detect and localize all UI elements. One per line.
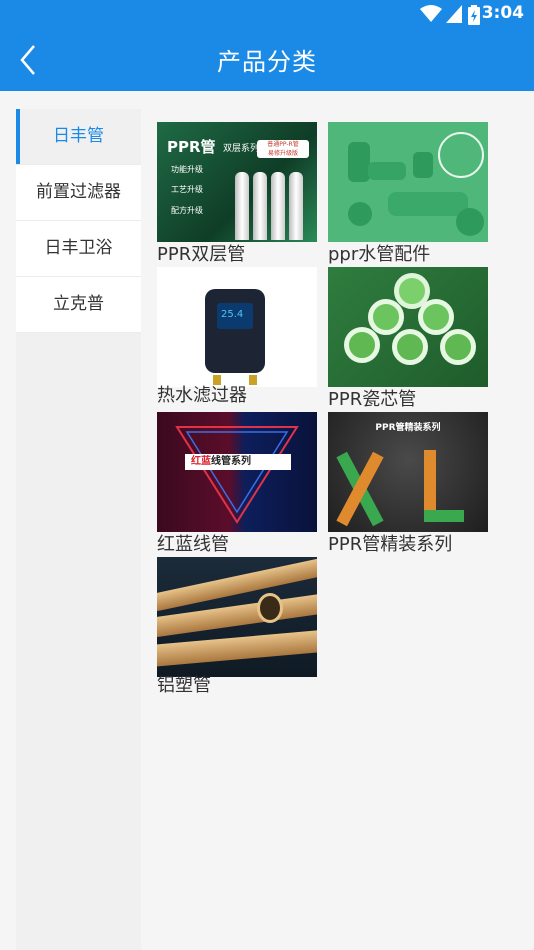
product-label: PPR双层管: [157, 244, 246, 265]
image-title: PPR管: [167, 138, 216, 156]
product-card-ppr-fittings[interactable]: ppr水管配件: [328, 122, 488, 267]
category-sidebar: 日丰管 前置过滤器 日丰卫浴 立克普: [16, 109, 141, 950]
product-card-aluminum-plastic-pipe[interactable]: 铝塑管: [157, 557, 317, 702]
sidebar-item-pre-filter[interactable]: 前置过滤器: [16, 165, 141, 221]
app-header: 3:04 产品分类: [0, 0, 534, 91]
product-image: [328, 267, 488, 387]
product-image: 红蓝线管系列: [157, 412, 317, 532]
product-label: 红蓝线管: [157, 534, 229, 555]
product-label: PPR瓷芯管: [328, 389, 417, 410]
product-label: 铝塑管: [157, 675, 211, 696]
wifi-icon: [420, 5, 442, 22]
product-grid: PPR管 双层系列 普通PP-R管 易修升级版 功能升级 工艺升级 配方升级 PP…: [157, 122, 497, 950]
product-label: PPR管精装系列: [328, 534, 453, 555]
sidebar-item-rifeng-pipe[interactable]: 日丰管: [16, 109, 141, 165]
product-card-red-blue-pipe[interactable]: 红蓝线管系列 红蓝线管: [157, 412, 317, 557]
product-label: ppr水管配件: [328, 244, 431, 265]
sidebar-item-likepu[interactable]: 立克普: [16, 277, 141, 333]
battery-icon: [468, 5, 480, 25]
image-badge: 普通PP-R管 易修升级版: [257, 140, 309, 158]
signal-icon: [446, 5, 462, 23]
clock: 3:04: [481, 3, 524, 23]
product-card-water-heater[interactable]: 25.4 热水滤过器: [157, 267, 317, 412]
page-title: 产品分类: [217, 48, 317, 76]
product-image: 25.4: [157, 267, 317, 387]
sidebar-item-rifeng-bathroom[interactable]: 日丰卫浴: [16, 221, 141, 277]
status-bar: 3:04: [0, 0, 534, 28]
image-subtitle: 双层系列: [223, 144, 260, 154]
product-image: PPR管精装系列: [328, 412, 488, 532]
product-card-ppr-double-layer[interactable]: PPR管 双层系列 普通PP-R管 易修升级版 功能升级 工艺升级 配方升级 PP…: [157, 122, 317, 267]
product-card-ppr-ceramic-core[interactable]: PPR瓷芯管: [328, 267, 488, 412]
product-image: [157, 557, 317, 677]
product-image: PPR管 双层系列 普通PP-R管 易修升级版 功能升级 工艺升级 配方升级: [157, 122, 317, 242]
product-image: [328, 122, 488, 242]
product-label: 热水滤过器: [157, 385, 247, 406]
product-card-ppr-premium[interactable]: PPR管精装系列 PPR管精装系列: [328, 412, 488, 557]
